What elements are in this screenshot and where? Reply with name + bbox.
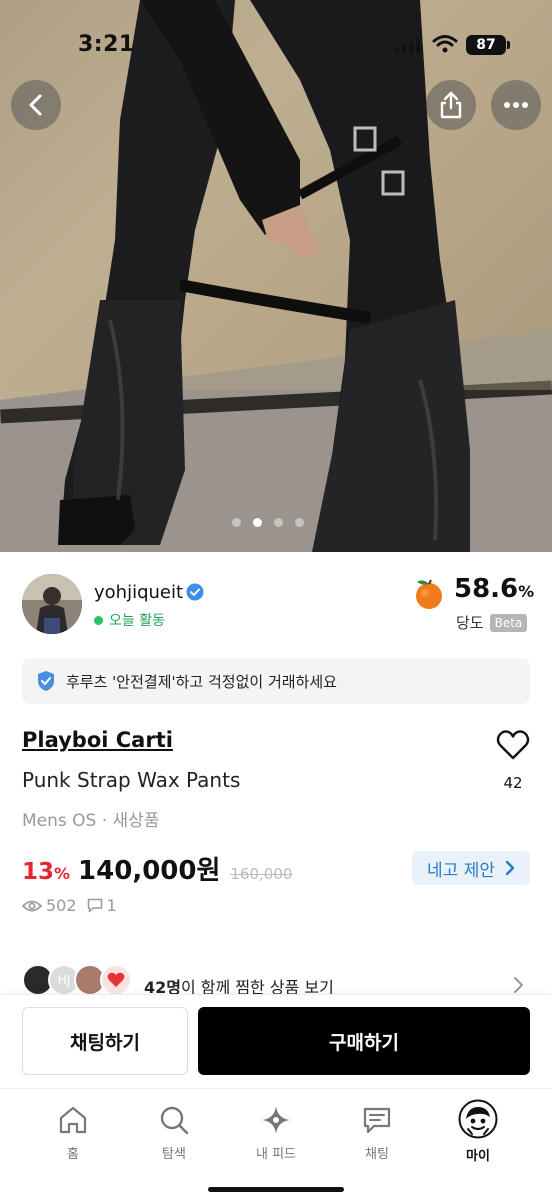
score-label: 당도	[456, 614, 484, 632]
online-dot-icon	[94, 615, 103, 625]
more-options-button[interactable]	[491, 80, 541, 130]
comment-icon	[87, 898, 102, 913]
safe-payment-text: 후루츠 '안전결제'하고 걱정없이 거래하세요	[66, 672, 337, 691]
sweetness-score: 58.6%	[454, 574, 534, 604]
share-icon	[440, 91, 462, 119]
home-indicator	[208, 1187, 344, 1192]
seller-activity-status: 오늘 활동	[94, 610, 165, 630]
views-count: 502	[46, 896, 77, 915]
ellipsis-icon	[504, 102, 528, 108]
pagination-dot[interactable]	[295, 518, 304, 527]
liker-avatar	[100, 964, 132, 996]
seller-avatar[interactable]	[22, 574, 82, 634]
purchase-action-bar: 채팅하기 구매하기	[0, 994, 552, 1088]
battery-tip	[507, 41, 510, 49]
home-icon	[59, 1106, 87, 1134]
bottom-tab-bar: 홈 탐색 내 피드 채팅 마이	[0, 1088, 552, 1200]
back-button[interactable]	[11, 80, 61, 130]
tab-label: 홈	[67, 1147, 79, 1162]
chat-button[interactable]: 채팅하기	[22, 1007, 188, 1075]
discount-value: 13	[22, 859, 55, 885]
heart-icon[interactable]	[496, 728, 530, 762]
liker-avatars: HJ	[22, 964, 134, 998]
tab-label: 탐색	[162, 1147, 186, 1162]
product-meta: Mens OS · 새상품	[22, 811, 160, 831]
safe-payment-banner[interactable]: 후루츠 '안전결제'하고 걱정없이 거래하세요	[22, 658, 530, 704]
comments-stat: 1	[87, 896, 117, 915]
eye-icon	[22, 900, 42, 911]
profile-avatar-icon	[458, 1099, 498, 1139]
tab-home[interactable]: 홈	[33, 1103, 113, 1162]
comments-count: 1	[106, 896, 117, 915]
tab-label: 내 피드	[255, 1147, 296, 1162]
battery-indicator: 87	[466, 35, 506, 55]
brand-link[interactable]: Playboi Carti	[22, 728, 173, 752]
offer-label: 네고 제안	[427, 860, 495, 881]
product-stats: 502 1	[22, 896, 117, 915]
score-label-row: 당도 Beta	[456, 612, 528, 633]
heart-filled-icon	[107, 972, 125, 987]
activity-label: 오늘 활동	[109, 613, 165, 629]
tab-label: 채팅	[365, 1147, 389, 1162]
score-unit: %	[518, 582, 535, 601]
seller-avatar-image	[22, 574, 82, 634]
discount-rate: 13%	[22, 859, 70, 885]
chevron-right-icon	[505, 860, 515, 876]
tab-my[interactable]: 마이	[438, 1099, 518, 1164]
chevron-left-icon	[29, 94, 42, 116]
sale-price: 140,000원	[78, 856, 221, 886]
signal-icon	[395, 36, 420, 54]
gallery-pagination	[232, 518, 304, 527]
seller-username[interactable]: yohjiqueit	[94, 582, 183, 603]
beta-badge: Beta	[489, 613, 528, 632]
product-photo-gallery[interactable]: 3:21 87	[0, 0, 552, 552]
seller-info[interactable]: yohjiqueit 오늘 활동 58.6% 당도 Beta	[22, 574, 534, 636]
chat-icon	[363, 1107, 391, 1134]
sparkle-icon	[262, 1106, 290, 1134]
share-button[interactable]	[426, 80, 476, 130]
nego-offer-button[interactable]: 네고 제안	[412, 851, 530, 885]
tab-my-feed[interactable]: 내 피드	[236, 1103, 316, 1162]
status-time: 3:21	[78, 32, 135, 57]
pagination-dot[interactable]	[274, 518, 283, 527]
shield-check-icon	[38, 671, 54, 691]
discount-unit: %	[54, 864, 71, 883]
price-row: 13% 140,000원 160,000	[22, 850, 292, 887]
pagination-dot-active[interactable]	[253, 518, 262, 527]
verified-badge-icon	[186, 583, 204, 601]
views-stat: 502	[22, 896, 77, 915]
tab-chat[interactable]: 채팅	[337, 1103, 417, 1162]
chevron-right-icon	[514, 977, 523, 993]
product-title: Punk Strap Wax Pants	[22, 768, 241, 792]
wifi-icon	[432, 35, 458, 53]
status-bar: 3:21 87	[0, 0, 552, 90]
tab-label: 마이	[466, 1149, 490, 1164]
search-icon	[160, 1106, 189, 1135]
original-price: 160,000	[230, 865, 293, 883]
peach-icon	[416, 579, 442, 609]
like-count: 42	[503, 774, 523, 792]
tab-explore[interactable]: 탐색	[134, 1103, 214, 1162]
pagination-dot[interactable]	[232, 518, 241, 527]
buy-button[interactable]: 구매하기	[198, 1007, 530, 1075]
score-value: 58.6	[454, 574, 519, 604]
